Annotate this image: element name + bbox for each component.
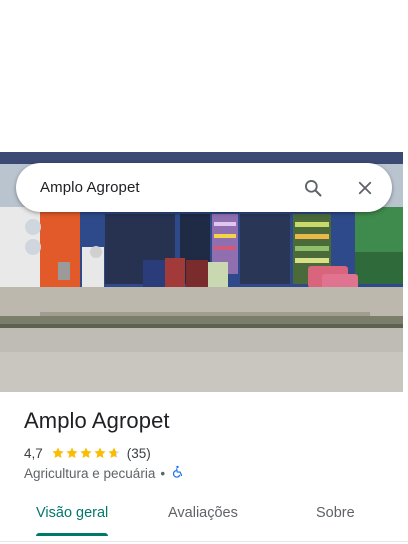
search-bar[interactable]: Amplo Agropet xyxy=(16,163,392,212)
close-icon[interactable] xyxy=(352,175,378,201)
category-row: Agricultura e pecuária • xyxy=(24,465,184,481)
map-top-area xyxy=(0,0,408,152)
star-rating xyxy=(51,446,121,460)
wheelchair-accessible-icon xyxy=(170,465,184,481)
place-tabs: Visão geral Avaliações Sobre xyxy=(0,495,408,537)
place-title: Amplo Agropet xyxy=(24,408,170,433)
star-icon xyxy=(80,447,92,459)
rating-value: 4,7 xyxy=(24,445,43,461)
photo-edge xyxy=(403,152,408,392)
place-category: Agricultura e pecuária xyxy=(24,465,156,481)
star-icon xyxy=(52,447,64,459)
tab-reviews[interactable]: Avaliações xyxy=(168,505,238,521)
tab-about[interactable]: Sobre xyxy=(316,505,355,521)
search-icon[interactable] xyxy=(300,175,326,201)
star-icon xyxy=(94,447,106,459)
star-icon xyxy=(66,447,78,459)
active-tab-indicator xyxy=(36,533,108,536)
rating-row[interactable]: 4,7 (35) xyxy=(24,445,151,461)
tabs-divider xyxy=(0,541,408,542)
tab-overview[interactable]: Visão geral xyxy=(36,505,108,521)
search-query-text[interactable]: Amplo Agropet xyxy=(40,179,140,196)
separator-dot: • xyxy=(160,465,166,481)
star-icon xyxy=(108,447,120,459)
review-count[interactable]: (35) xyxy=(127,446,151,461)
